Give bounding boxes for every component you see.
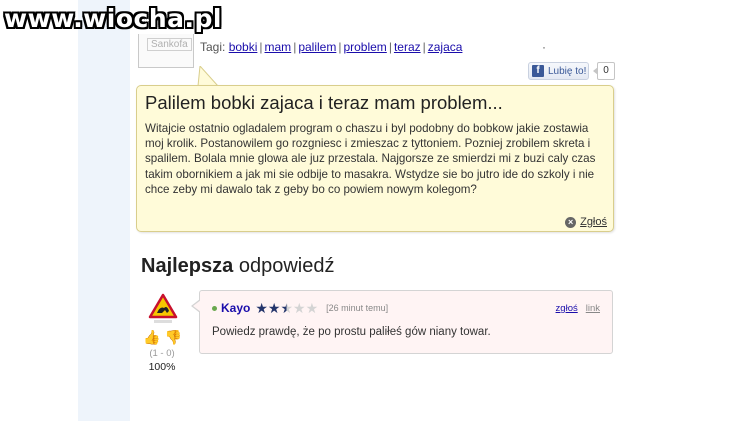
answer-links: zgłoś link [556, 303, 600, 314]
tag-link[interactable]: zajaca [428, 40, 463, 54]
thumbs-up-icon[interactable]: 👍 [143, 330, 160, 344]
answerer-avatar[interactable] [148, 293, 178, 325]
star-icon: ★ [255, 300, 268, 316]
vote-stats: (1 - 0) [149, 348, 175, 359]
thumbs-down-icon[interactable]: 👎 [164, 330, 181, 344]
star-icon: ★ [305, 300, 319, 316]
tags-row: Tagi: bobki | mam | palilem | problem | teraz | za… [200, 40, 463, 54]
answer-box: Kayo ★ ★ ★ ★ ★ [26 minut temu] zgłoś link Po… [191, 290, 613, 354]
facebook-icon: f [532, 65, 544, 77]
best-answer-heading: Najlepsza odpowiedź [141, 255, 335, 277]
report-answer-link[interactable]: zgłoś [556, 303, 578, 314]
watermark: www.wiocha.pl [4, 4, 222, 33]
tags-lead: Tagi: [200, 40, 226, 54]
answer-time: [26 minut temu] [326, 303, 389, 313]
warning-sign-icon [148, 293, 178, 323]
answer-text: Powiedz prawdę, że po prostu paliłeś gów… [212, 326, 491, 338]
question-box: Palilem bobki zajaca i teraz mam problem… [136, 85, 614, 232]
tag-link[interactable]: bobki [229, 40, 258, 54]
star-icon: ★ [267, 300, 281, 316]
answer-username[interactable]: Kayo [221, 301, 250, 315]
vote-controls: 👍 👎 [143, 330, 182, 344]
tag-link[interactable]: palilem [298, 40, 336, 54]
tag-link[interactable]: teraz [394, 40, 421, 54]
like-count: 0 [593, 62, 615, 80]
facebook-like-button[interactable]: f Lubię to! [528, 62, 589, 80]
question-title: Palilem bobki zajaca i teraz mam problem… [145, 92, 503, 113]
vote-percent: 100% [148, 361, 176, 373]
star-icon: ★ [280, 300, 294, 316]
tag-link[interactable]: mam [265, 40, 292, 54]
question-body: Witajcie ostatnio ogladalem program o ch… [145, 122, 596, 196]
online-status-icon [212, 305, 217, 311]
tag-link[interactable]: problem [343, 40, 386, 54]
user-rating-stars: ★ ★ ★ ★ ★ [255, 300, 319, 316]
asker-avatar[interactable]: Sankofa [138, 34, 194, 68]
close-circle-icon: × [565, 216, 577, 228]
answer-header: Kayo ★ ★ ★ ★ ★ [26 minut temu] [212, 301, 388, 315]
star-icon: ★ [293, 300, 306, 316]
like-label: Lubię to! [548, 65, 587, 77]
report-question-button[interactable]: × Zgłoś [565, 216, 607, 228]
report-label: Zgłoś [580, 216, 607, 228]
asker-avatar-label: Sankofa [147, 38, 192, 51]
dot-separator: · [542, 40, 546, 54]
permalink[interactable]: link [586, 303, 600, 314]
